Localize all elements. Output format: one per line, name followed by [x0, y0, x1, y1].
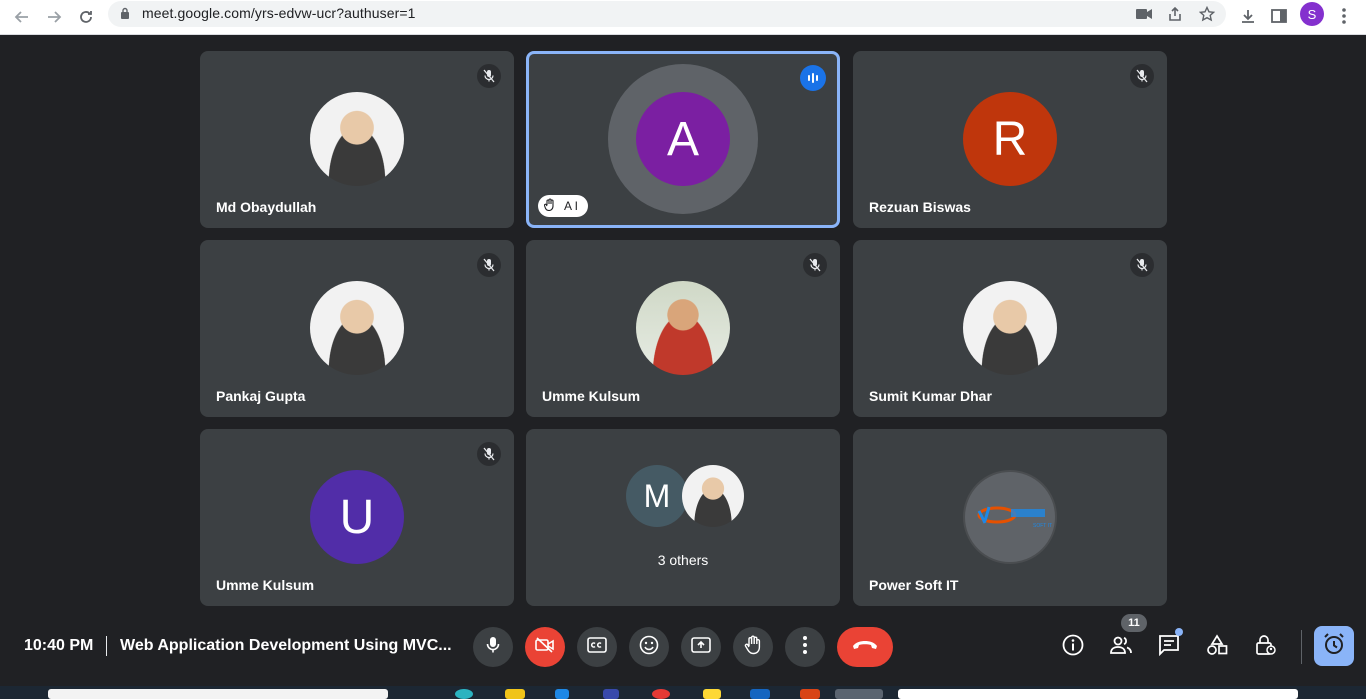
bookmark-star-icon[interactable]	[1197, 5, 1217, 23]
participant-photo	[636, 281, 730, 375]
back-arrow-icon[interactable]	[8, 3, 36, 31]
svg-text:SOFT IT: SOFT IT	[1033, 523, 1052, 529]
meeting-title: Web Application Development Using MVC...	[120, 637, 452, 654]
os-taskbar	[0, 686, 1366, 699]
participant-photo	[310, 281, 404, 375]
speaking-indicator-icon	[800, 65, 826, 91]
lock-icon	[120, 7, 130, 25]
activities-button[interactable]	[1200, 630, 1234, 664]
participant-tile[interactable]: U Umme Kulsum	[200, 429, 514, 606]
participant-tile[interactable]: Md Obaydullah	[200, 51, 514, 228]
url-text: meet.google.com/yrs-edvw-ucr?authuser=1	[142, 5, 416, 21]
participant-name: Power Soft IT	[869, 577, 959, 593]
reload-icon[interactable]	[72, 3, 100, 31]
taskbar-search-box[interactable]	[48, 689, 388, 699]
taskbar-app-icon[interactable]	[455, 689, 473, 699]
participant-avatar: A	[636, 92, 730, 186]
mic-off-icon	[1130, 64, 1154, 88]
taskbar-window[interactable]	[898, 689, 1298, 699]
lock-person-icon	[1254, 634, 1276, 661]
participant-avatar: M	[626, 465, 688, 527]
video-off-icon	[535, 636, 555, 658]
alarm-clock-icon	[1322, 632, 1346, 661]
participant-photo	[310, 92, 404, 186]
activities-shapes-icon	[1206, 633, 1228, 661]
participant-name: Md Obaydullah	[216, 199, 317, 215]
address-bar[interactable]: meet.google.com/yrs-edvw-ucr?authuser=1	[108, 1, 1226, 27]
participant-name: Rezuan Biswas	[869, 199, 971, 215]
forward-arrow-icon[interactable]	[40, 3, 68, 31]
meeting-controls-bar: 10:40 PM Web Application Development Usi…	[0, 620, 1366, 676]
participant-name: Umme Kulsum	[216, 577, 315, 593]
taskbar-app-icon[interactable]	[703, 689, 721, 699]
participant-name: Pankaj Gupta	[216, 388, 306, 404]
divider	[1301, 630, 1302, 664]
present-screen-icon	[691, 636, 711, 658]
microphone-button[interactable]	[473, 627, 513, 667]
participant-avatar: U	[310, 470, 404, 564]
participant-photo	[682, 465, 744, 527]
present-screen-button[interactable]	[681, 627, 721, 667]
clock-time: 10:40 PM	[24, 637, 94, 654]
side-panel-icon[interactable]	[1266, 3, 1292, 29]
participant-tile[interactable]: SOFT IT Power Soft IT	[853, 429, 1167, 606]
others-tile[interactable]: M 3 others	[526, 429, 840, 606]
participant-count-badge: 11	[1121, 614, 1147, 632]
company-logo: SOFT IT	[963, 470, 1057, 564]
raised-hand-icon	[543, 198, 556, 214]
taskbar-app-icon[interactable]	[750, 689, 770, 699]
raise-hand-button[interactable]	[733, 627, 773, 667]
more-vert-icon	[803, 635, 807, 659]
emoji-icon	[639, 635, 659, 660]
others-count-label: 3 others	[657, 552, 709, 568]
participant-avatar: R	[963, 92, 1057, 186]
camera-off-button[interactable]	[525, 627, 565, 667]
people-icon	[1109, 636, 1133, 659]
mic-off-icon	[477, 64, 501, 88]
microphone-icon	[486, 636, 500, 659]
participant-label: A I	[564, 199, 579, 213]
participant-tile[interactable]: Sumit Kumar Dhar	[853, 240, 1167, 417]
info-icon	[1062, 634, 1084, 661]
participant-photo	[963, 281, 1057, 375]
participant-name: Sumit Kumar Dhar	[869, 388, 992, 404]
taskbar-app-icon[interactable]	[800, 689, 820, 699]
captions-button[interactable]	[577, 627, 617, 667]
more-options-button[interactable]	[785, 627, 825, 667]
participant-tile[interactable]: Umme Kulsum	[526, 240, 840, 417]
participant-tile[interactable]: R Rezuan Biswas	[853, 51, 1167, 228]
mic-off-icon	[477, 442, 501, 466]
chat-icon	[1158, 634, 1180, 661]
leave-call-button[interactable]	[837, 627, 893, 667]
taskbar-app-icon[interactable]	[603, 689, 619, 699]
mic-off-icon	[477, 253, 501, 277]
emoji-reaction-button[interactable]	[629, 627, 669, 667]
participant-label-pill: A I	[538, 195, 589, 217]
raise-hand-icon	[744, 635, 762, 660]
hang-up-icon	[852, 638, 878, 656]
chat-notification-dot	[1175, 628, 1183, 636]
taskbar-app-icon[interactable]	[555, 689, 569, 699]
taskbar-active-app[interactable]	[835, 689, 883, 699]
share-icon[interactable]	[1165, 5, 1185, 23]
divider	[106, 636, 107, 656]
taskbar-app-icon[interactable]	[652, 689, 670, 699]
mic-off-icon	[803, 253, 827, 277]
participant-tile-active-speaker[interactable]: A A I	[526, 51, 840, 228]
camera-icon[interactable]	[1134, 5, 1154, 23]
meeting-details-button[interactable]	[1056, 630, 1090, 664]
menu-kebab-icon[interactable]	[1331, 3, 1357, 29]
participant-tile[interactable]: Pankaj Gupta	[200, 240, 514, 417]
profile-avatar[interactable]: S	[1300, 2, 1324, 26]
mic-off-icon	[1130, 253, 1154, 277]
browser-toolbar: meet.google.com/yrs-edvw-ucr?authuser=1 …	[0, 0, 1366, 35]
captions-icon	[587, 636, 607, 658]
folder-icon[interactable]	[505, 689, 525, 699]
host-controls-button[interactable]	[1248, 630, 1282, 664]
participant-name: Umme Kulsum	[542, 388, 641, 404]
timer-button[interactable]	[1314, 626, 1354, 666]
people-button[interactable]	[1104, 630, 1138, 664]
download-icon[interactable]	[1235, 3, 1261, 29]
